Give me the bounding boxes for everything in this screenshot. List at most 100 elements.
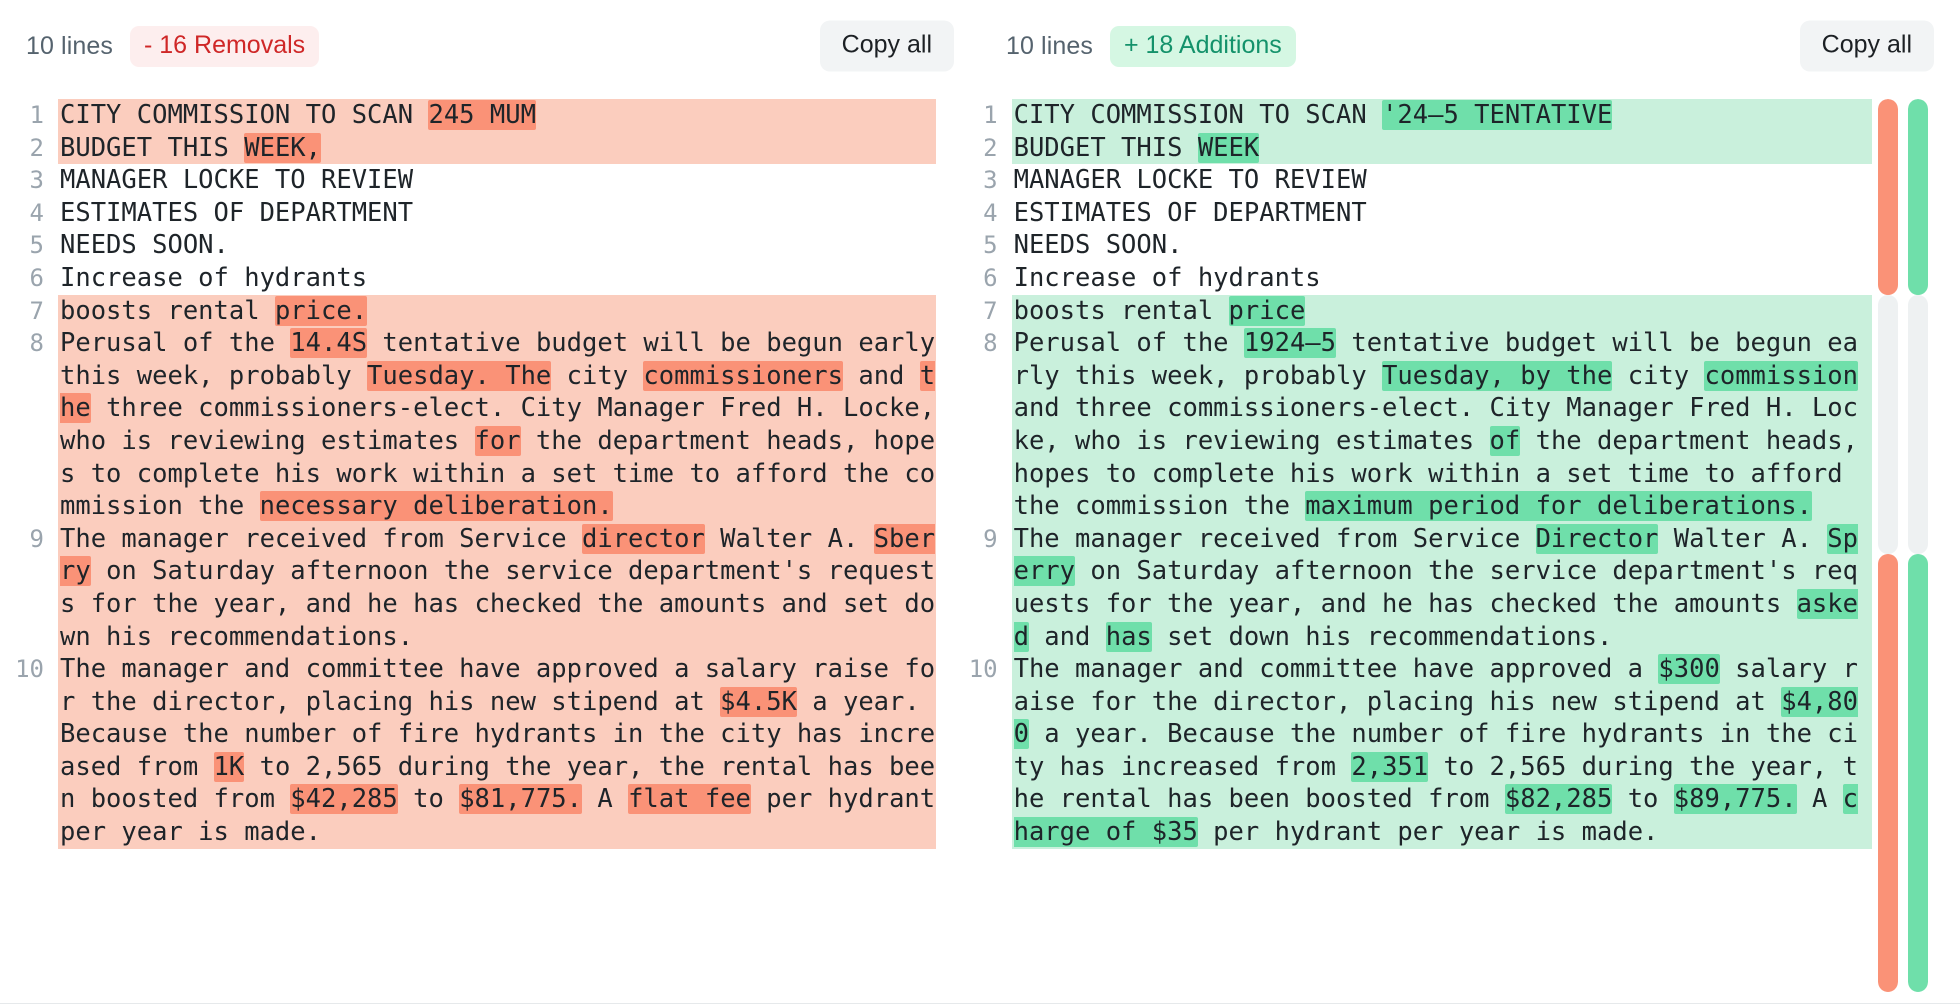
line-content: The manager and committee have approved …: [1011, 653, 1872, 849]
changed-word: $82,285: [1504, 784, 1613, 815]
changed-word: commission: [1704, 360, 1859, 391]
line-content: boosts rental price.: [58, 294, 936, 328]
removals-badge: - 16 Removals: [129, 25, 320, 67]
line-content: NEEDS SOON.: [1013, 230, 1183, 261]
right-pane-header: 10 lines + 18 Additions Copy all: [980, 0, 1960, 92]
changed-word: Director: [1535, 523, 1659, 554]
changed-word: $81,775.: [459, 784, 583, 815]
changed-word: Tuesday, by the: [1382, 360, 1613, 391]
changed-word: 14.4S: [290, 328, 368, 359]
changed-word: Sperry: [1013, 523, 1859, 587]
line-content: BUDGET THIS WEEK: [1011, 131, 1872, 165]
diff-line: 4 ESTIMATES OF DEPARTMENT: [954, 197, 1872, 230]
changed-word: $42,285: [290, 784, 398, 815]
changed-word: necessary deliberation.: [259, 491, 613, 522]
changed-word: price: [1228, 295, 1306, 326]
removals-pane[interactable]: 1 CITY COMMISSION TO SCAN 245 MUM 2 BUDGET …: [0, 92, 936, 1004]
changed-word: $4.5K: [720, 686, 797, 717]
line-number: 6: [29, 263, 44, 292]
changed-word: 2,351: [1351, 751, 1429, 782]
line-content: Perusal of the 1924–5 tentative budget w…: [1011, 327, 1872, 523]
changed-word: $300: [1658, 654, 1720, 685]
removals-minimap[interactable]: [1878, 99, 1898, 992]
line-content: NEEDS SOON.: [60, 230, 229, 261]
line-number: 4: [29, 198, 44, 227]
changed-word: flat fee: [628, 784, 751, 815]
changed-word: has: [1105, 621, 1152, 652]
diff-panes: 1 CITY COMMISSION TO SCAN 245 MUM 2 BUDGET …: [0, 92, 1960, 1004]
line-number: 5: [29, 231, 44, 260]
additions-minimap[interactable]: [1908, 99, 1928, 992]
diff-line: 9 The manager received from Service direc…: [0, 522, 936, 654]
changed-word: $89,775.: [1673, 784, 1797, 815]
left-lines-count: 10 lines: [26, 31, 113, 60]
line-number: 7: [983, 296, 998, 325]
minimap-scrollbars[interactable]: [1878, 92, 1944, 1004]
changed-word: 245 MUM: [428, 100, 536, 130]
minimap-segment: [1878, 554, 1898, 992]
changed-word: WEEK: [1197, 132, 1260, 163]
line-number: 2: [983, 133, 998, 162]
changed-word: 1924–5: [1243, 328, 1337, 359]
line-number: 1: [29, 101, 44, 129]
changed-word: Tuesday. The: [367, 360, 552, 391]
diff-line: 8 Perusal of the 1924–5 tentative budget …: [954, 327, 1872, 523]
changed-word: for: [474, 425, 521, 456]
minimap-segment: [1878, 99, 1898, 296]
line-number: 1: [983, 101, 998, 129]
line-number: 4: [983, 198, 998, 227]
line-number: 8: [29, 329, 44, 358]
additions-badge: + 18 Additions: [1109, 25, 1296, 67]
line-content: The manager and committee have approved …: [58, 653, 936, 849]
diff-line: 6 Increase of hydrants: [954, 262, 1872, 295]
diff-line: 7 boosts rental price: [954, 294, 1872, 328]
line-number: 9: [983, 524, 998, 553]
minimap-segment: [1908, 295, 1928, 555]
diff-line: 10 The manager and committee have approve…: [0, 653, 936, 849]
diff-line: 2 BUDGET THIS WEEK: [954, 131, 1872, 165]
line-number: 2: [29, 133, 44, 162]
changed-word: Sberry: [60, 523, 936, 587]
changed-word: '24–5 TENTATIVE: [1382, 100, 1613, 130]
diff-line: 5 NEEDS SOON.: [0, 229, 936, 262]
line-number: 3: [29, 166, 44, 195]
changed-word: $4,800: [1013, 686, 1858, 750]
diff-line: 4 ESTIMATES OF DEPARTMENT: [0, 197, 936, 230]
diff-line: 1 CITY COMMISSION TO SCAN 245 MUM: [0, 99, 936, 132]
diff-line: 2 BUDGET THIS WEEK,: [0, 131, 936, 165]
line-content: MANAGER LOCKE TO REVIEW: [1013, 165, 1367, 196]
changed-word: maximum period for deliberations.: [1305, 491, 1812, 522]
line-number: 3: [983, 166, 998, 195]
diff-line: 1 CITY COMMISSION TO SCAN '24–5 TENTATIVE: [954, 99, 1872, 132]
changed-word: director: [581, 523, 705, 554]
changed-word: price.: [274, 295, 368, 326]
left-pane-header: 10 lines - 16 Removals Copy all: [0, 0, 980, 92]
minimap-segment: [1908, 554, 1928, 992]
line-content: ESTIMATES OF DEPARTMENT: [60, 197, 414, 228]
line-number: 7: [29, 296, 44, 325]
additions-pane[interactable]: 1 CITY COMMISSION TO SCAN '24–5 TENTATIVE…: [936, 92, 1872, 1004]
changed-word: 1K: [213, 751, 245, 782]
diff-line: 5 NEEDS SOON.: [954, 229, 1872, 262]
diff-viewer: 10 lines - 16 Removals Copy all 10 lines…: [0, 0, 1960, 1004]
line-content: Perusal of the 14.4S tentative budget wi…: [58, 327, 936, 523]
line-content: CITY COMMISSION TO SCAN '24–5 TENTATIVE: [1011, 99, 1872, 132]
line-content: CITY COMMISSION TO SCAN 245 MUM: [58, 99, 936, 132]
line-number: 5: [983, 231, 998, 260]
line-content: ESTIMATES OF DEPARTMENT: [1013, 197, 1367, 228]
diff-line: 8 Perusal of the 14.4S tentative budget w…: [0, 327, 936, 523]
line-content: boosts rental price: [1011, 294, 1872, 328]
minimap-segment: [1908, 99, 1928, 296]
diff-line: 3 MANAGER LOCKE TO REVIEW: [0, 164, 936, 197]
copy-all-left-button[interactable]: Copy all: [819, 20, 954, 72]
changed-word: commissioners: [643, 360, 843, 391]
line-content: The manager received from Service Direct…: [1011, 522, 1872, 654]
line-number: 6: [983, 263, 998, 292]
right-lines-count: 10 lines: [1006, 31, 1093, 60]
copy-all-right-button[interactable]: Copy all: [1799, 20, 1934, 72]
changed-word: WEEK,: [244, 132, 321, 163]
line-content: BUDGET THIS WEEK,: [58, 131, 936, 165]
line-content: Increase of hydrants: [60, 262, 368, 293]
changed-word: of: [1489, 425, 1521, 456]
line-content: Increase of hydrants: [1013, 262, 1321, 293]
